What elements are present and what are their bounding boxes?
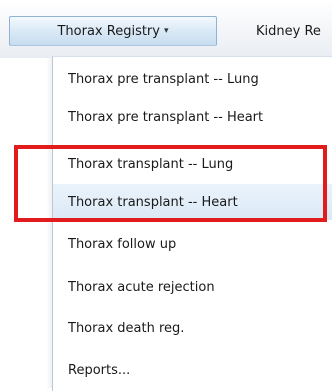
red-highlight-box: [14, 145, 327, 222]
menu-item-reports[interactable]: Reports...: [53, 352, 332, 388]
menu-item-label: Thorax pre transplant -- Lung: [68, 71, 259, 87]
menu-item-label: Thorax pre transplant -- Heart: [68, 109, 264, 125]
thorax-registry-dropdown: Thorax pre transplant -- Lung Thorax pre…: [52, 56, 332, 391]
menu-item-thorax-pre-transplant-lung[interactable]: Thorax pre transplant -- Lung: [53, 61, 332, 97]
thorax-registry-label: Thorax Registry: [57, 23, 160, 39]
menu-item-thorax-death-reg[interactable]: Thorax death reg.: [53, 310, 332, 346]
menu-item-label: Thorax death reg.: [68, 320, 185, 336]
menu-item-thorax-follow-up[interactable]: Thorax follow up: [53, 226, 332, 262]
menu-item-thorax-acute-rejection[interactable]: Thorax acute rejection: [53, 269, 332, 305]
caret-down-icon: ▾: [163, 26, 169, 36]
menu-bar: Thorax Registry ▾ Kidney Re: [0, 0, 332, 58]
menu-item-label: Thorax follow up: [68, 236, 177, 252]
menu-item-label: Reports...: [68, 362, 131, 378]
kidney-registry-menu-button[interactable]: Kidney Re: [254, 16, 332, 46]
menu-item-thorax-pre-transplant-heart[interactable]: Thorax pre transplant -- Heart: [53, 99, 332, 135]
kidney-registry-label: Kidney Re: [256, 23, 321, 39]
thorax-registry-menu-button[interactable]: Thorax Registry ▾: [9, 16, 217, 46]
menu-item-label: Thorax acute rejection: [68, 279, 215, 295]
